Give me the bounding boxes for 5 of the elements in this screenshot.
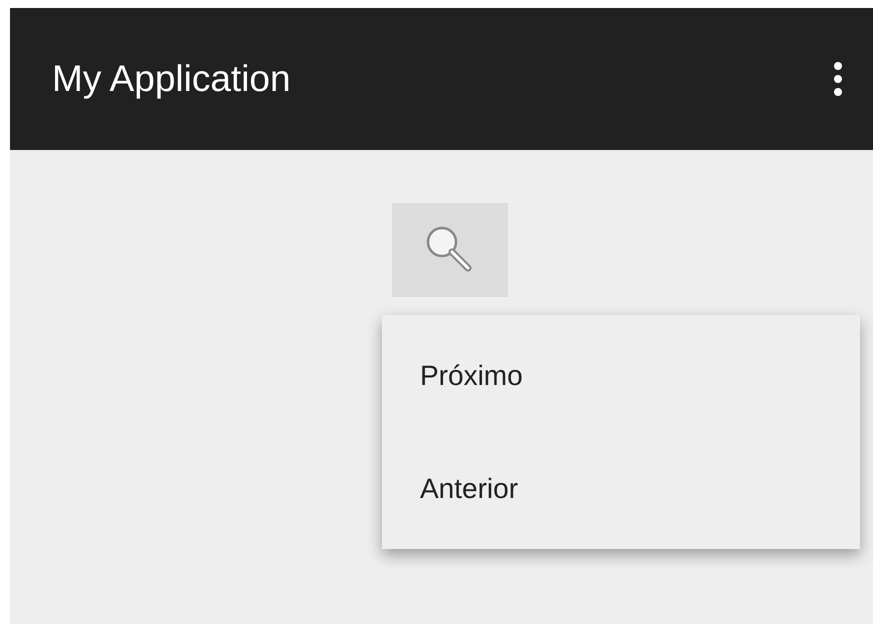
more-vertical-icon (833, 61, 843, 97)
search-button[interactable] (392, 203, 508, 297)
app-title: My Application (52, 58, 291, 100)
menu-item[interactable]: Próximo (382, 319, 860, 432)
menu-item[interactable]: Anterior (382, 432, 860, 545)
